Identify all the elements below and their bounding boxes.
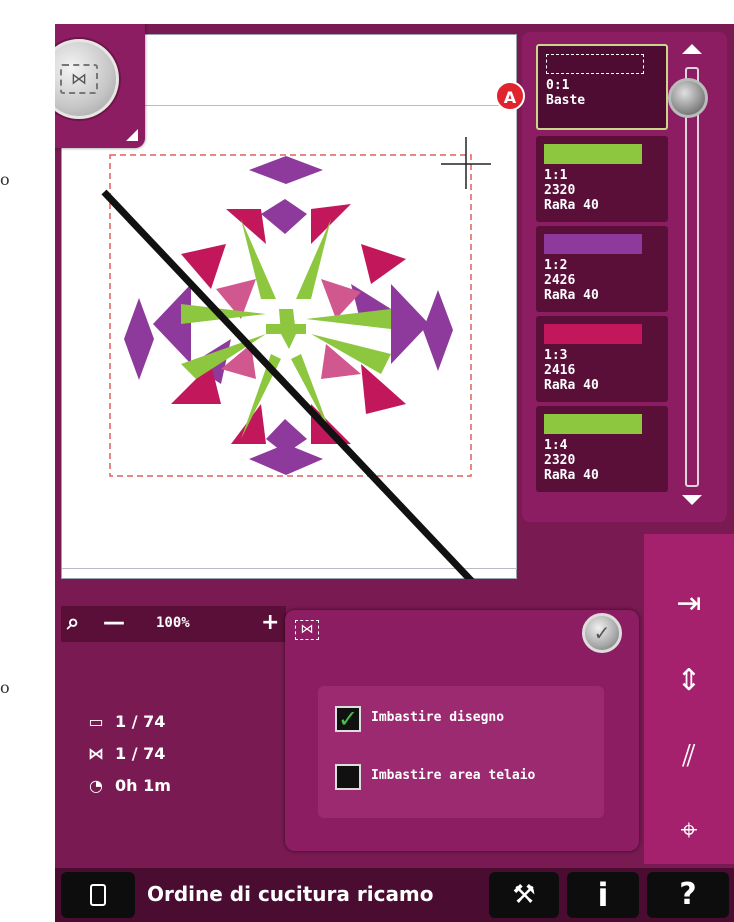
scroll-thumb[interactable]	[668, 78, 708, 118]
color-item-thread: RaRa 40	[544, 468, 599, 483]
color-item-thread: RaRa 40	[544, 198, 599, 213]
crosshair-icon	[441, 137, 491, 189]
color-item-code: 2426	[544, 273, 576, 288]
color-item-label: Baste	[546, 93, 586, 108]
baste-options: ✓ Imbastire disegno Imbastire area telai…	[318, 686, 604, 818]
tools-icon: ⚒	[512, 880, 536, 910]
color-swatch	[544, 234, 642, 254]
design-select-button[interactable]: ⋈	[55, 24, 145, 148]
design-shape	[266, 419, 307, 454]
design-shape	[361, 364, 406, 414]
baste-hoop-checkbox[interactable]	[335, 764, 361, 790]
design-shape	[249, 156, 323, 184]
move-icon[interactable]: ⇕	[644, 646, 734, 716]
zoom-bar: ⌕ — 100% +	[61, 606, 286, 642]
scroll-down-icon[interactable]	[682, 495, 702, 505]
info-button[interactable]: i	[567, 872, 639, 918]
design-shape	[423, 290, 453, 371]
side-mark: o	[0, 170, 10, 189]
stop-icon	[90, 884, 106, 906]
color-block-list: 0:1 Baste 1:1 2320 RaRa 40 1:2 2426 RaRa…	[522, 32, 727, 522]
color-item-code: 2416	[544, 363, 576, 378]
butterfly-icon: ⋈	[88, 744, 104, 763]
color-swatch	[544, 324, 642, 344]
color-item[interactable]: 1:3 2416 RaRa 40	[536, 316, 668, 402]
block-count: ⋈ 1 / 74	[85, 744, 165, 763]
color-item[interactable]: 1:2 2426 RaRa 40	[536, 226, 668, 312]
color-count: ▭ 1 / 74	[85, 712, 165, 731]
butterfly-icon: ⋈	[295, 620, 319, 640]
tools-button[interactable]: ⚒	[489, 872, 559, 918]
corner-arrow-icon	[126, 129, 138, 141]
color-item-index: 1:2	[544, 258, 568, 273]
baste-hoop-label: Imbastire area telaio	[371, 768, 536, 783]
baste-swatch	[546, 54, 644, 74]
color-item[interactable]: 1:4 2320 RaRa 40	[536, 406, 668, 492]
color-item-code: 2320	[544, 453, 576, 468]
color-block-icon: ▭	[88, 712, 104, 731]
design-shape	[391, 284, 429, 364]
stop-button[interactable]	[61, 872, 135, 918]
color-swatch	[544, 144, 642, 164]
color-item[interactable]: 0:1 Baste	[536, 44, 668, 130]
help-button[interactable]: ?	[647, 872, 729, 918]
mirror-icon[interactable]: ⇥	[644, 569, 734, 639]
design-shape	[124, 298, 154, 380]
color-swatch	[544, 414, 642, 434]
color-item-thread: RaRa 40	[544, 378, 599, 393]
confirm-button[interactable]: ✓	[582, 613, 622, 653]
design-shape	[266, 324, 306, 334]
bottom-bar: Ordine di cucitura ricamo ⚒ i ?	[55, 868, 734, 922]
clock-icon: ◔	[89, 776, 103, 795]
callout-marker: A	[495, 81, 525, 111]
zoom-level: 100%	[156, 615, 190, 631]
design-shape	[311, 204, 351, 244]
baste-design-checkbox[interactable]: ✓	[335, 706, 361, 732]
color-item-index: 1:4	[544, 438, 568, 453]
color-item-index: 1:1	[544, 168, 568, 183]
design-shape	[361, 244, 406, 284]
side-mark: o	[0, 678, 10, 697]
design-shape	[153, 284, 191, 364]
zoom-in-button[interactable]: +	[261, 610, 279, 635]
baste-design-label: Imbastire disegno	[371, 710, 505, 725]
color-item-index: 0:1	[546, 78, 570, 93]
baste-popup: ⋈ ✓ ✓ Imbastire disegno Imbastire area t…	[285, 610, 639, 851]
diagonal-line	[101, 189, 475, 579]
zoom-out-button[interactable]: —	[103, 610, 125, 635]
info-icon: i	[597, 876, 609, 914]
help-icon: ?	[679, 877, 697, 912]
design-shape	[306, 309, 391, 329]
color-item-index: 1:3	[544, 348, 568, 363]
page-title: Ordine di cucitura ricamo	[147, 882, 434, 906]
zoom-fit-icon[interactable]: ⌕	[67, 610, 79, 635]
check-icon: ✓	[593, 621, 611, 645]
embroidery-screen: ⋈ 7 0:1 Baste 1:1 2320 RaRa 40 1:2 2426	[55, 24, 734, 922]
scroll-up-icon[interactable]	[682, 44, 702, 54]
design-shape	[261, 199, 307, 234]
design-shape	[311, 404, 351, 444]
tool-column: ⇥ ⇕ ⫽ ⌖	[644, 534, 734, 864]
color-item-thread: RaRa 40	[544, 288, 599, 303]
center-icon[interactable]: ⌖	[644, 796, 734, 866]
butterfly-icon: ⋈	[55, 39, 119, 119]
scrollbar[interactable]	[685, 67, 699, 487]
color-item[interactable]: 1:1 2320 RaRa 40	[536, 136, 668, 222]
stitch-time: ◔ 0h 1m	[85, 776, 171, 795]
align-icon[interactable]: ⫽	[644, 722, 734, 792]
color-item-code: 2320	[544, 183, 576, 198]
